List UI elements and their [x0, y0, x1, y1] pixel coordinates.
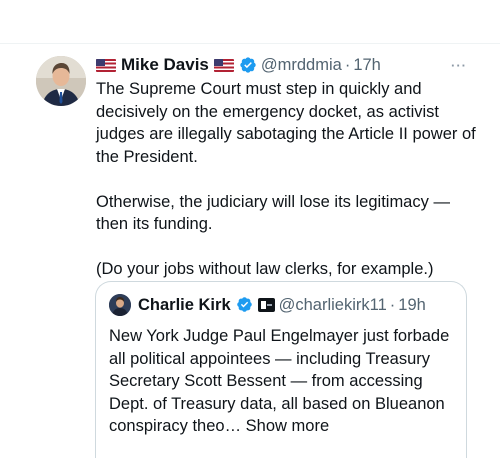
show-more-link[interactable]: Show more: [246, 417, 329, 435]
us-flag-icon: [96, 58, 116, 72]
separator-dot: ·: [389, 295, 396, 314]
top-divider: [0, 43, 500, 44]
tweet-paragraph: (Do your jobs without law clerks, for ex…: [96, 260, 434, 278]
affiliation-badge-icon: [257, 298, 275, 312]
author-avatar[interactable]: [36, 56, 86, 106]
quote-post-time[interactable]: 19h: [398, 296, 426, 315]
separator-dot: ·: [344, 55, 351, 74]
verified-badge-icon: [236, 296, 254, 314]
quote-author-handle[interactable]: @charliekirk11: [279, 296, 387, 315]
quoted-tweet[interactable]: Charlie Kirk @charliekirk11 · 19h New Yo…: [95, 281, 467, 458]
tweet-body: The Supreme Court must step in quickly a…: [96, 78, 481, 303]
quote-author-name[interactable]: Charlie Kirk: [138, 296, 231, 315]
tweet-header: Mike Davis @mrddmia · 17h: [96, 53, 381, 77]
author-handle[interactable]: @mrddmia: [261, 56, 342, 75]
tweet-paragraph: Otherwise, the judiciary will lose its l…: [96, 192, 450, 234]
tweet-paragraph: The Supreme Court must step in quickly a…: [96, 80, 476, 166]
post-time[interactable]: 17h: [353, 56, 381, 75]
more-options-icon[interactable]: ···: [451, 58, 467, 73]
verified-badge-icon: [239, 56, 257, 74]
quote-author-avatar[interactable]: [109, 294, 131, 316]
quote-header: Charlie Kirk @charliekirk11 · 19h: [109, 294, 426, 316]
quote-body: New York Judge Paul Engelmayer just forb…: [109, 325, 454, 438]
author-name[interactable]: Mike Davis: [121, 55, 209, 75]
us-flag-icon: [213, 58, 234, 72]
